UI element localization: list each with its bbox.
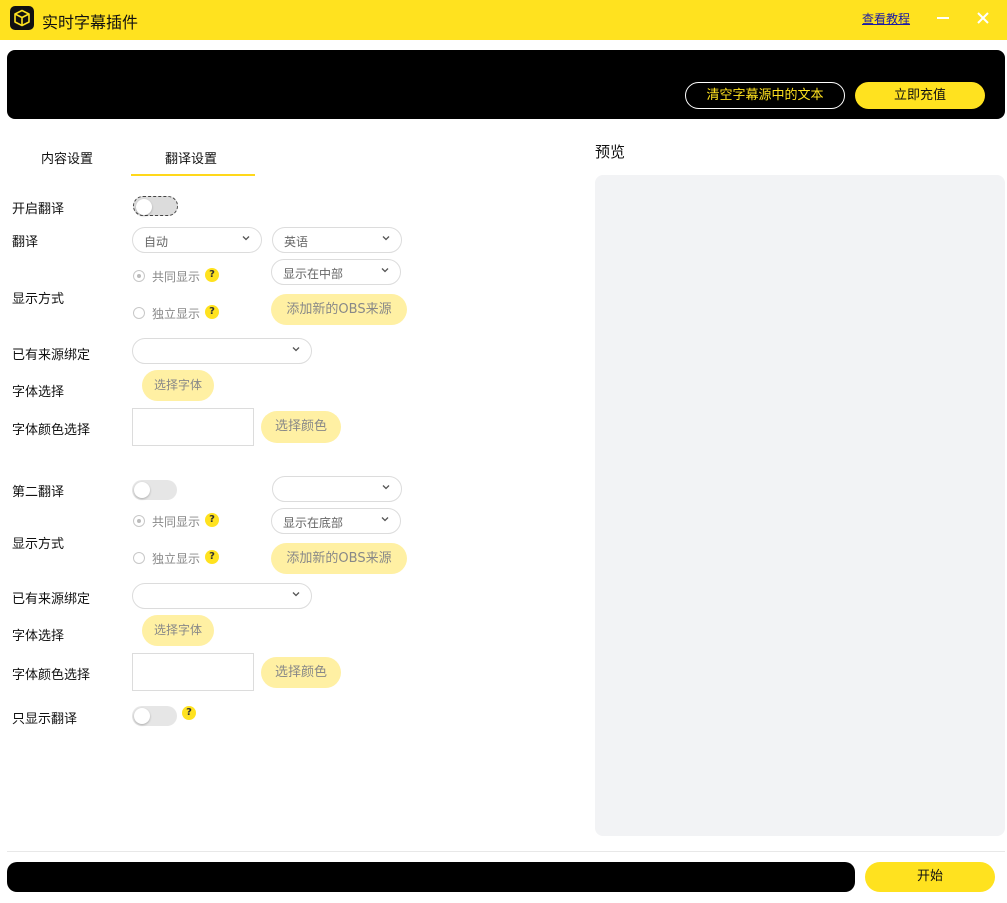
second-font-select-label: 字体选择 bbox=[12, 629, 65, 644]
start-button[interactable]: 开始 bbox=[865, 862, 995, 892]
app-logo-icon bbox=[10, 6, 34, 30]
target-language-select[interactable]: 英语 bbox=[272, 227, 402, 253]
translate-label: 翻译 bbox=[12, 235, 39, 250]
second-display-position-select[interactable]: 显示在底部 bbox=[271, 508, 401, 534]
radio-shared-display[interactable]: 共同显示 bbox=[133, 267, 213, 285]
second-translation-toggle[interactable] bbox=[132, 480, 177, 500]
preview-title: 预览 bbox=[595, 143, 626, 161]
close-icon bbox=[977, 12, 989, 24]
second-bound-source-select[interactable] bbox=[132, 583, 312, 609]
toggle-knob bbox=[136, 199, 152, 215]
help-icon[interactable]: ? bbox=[182, 706, 196, 720]
bottom-status-bar bbox=[7, 862, 855, 892]
second-language-select[interactable] bbox=[272, 476, 402, 502]
display-position-value: 显示在中部 bbox=[283, 267, 344, 281]
enable-translation-label: 开启翻译 bbox=[12, 202, 65, 217]
radio-separate-label: 独立显示 bbox=[152, 552, 201, 566]
second-display-mode-label: 显示方式 bbox=[12, 537, 65, 552]
chevron-down-icon bbox=[242, 236, 250, 241]
radio-button bbox=[133, 552, 145, 564]
second-bound-source-label: 已有来源绑定 bbox=[12, 592, 91, 607]
title-bar: 实时字幕插件 查看教程 bbox=[0, 0, 1007, 40]
chevron-down-icon bbox=[381, 517, 389, 522]
chevron-down-icon bbox=[382, 236, 390, 241]
tutorial-link[interactable]: 查看教程 bbox=[862, 10, 910, 27]
source-language-value: 自动 bbox=[144, 235, 169, 249]
display-mode-label: 显示方式 bbox=[12, 292, 65, 307]
radio-shared-label: 共同显示 bbox=[152, 515, 201, 529]
active-tab-indicator bbox=[131, 174, 255, 176]
radio-separate-display[interactable]: 独立显示 bbox=[133, 304, 213, 322]
second-font-color-label: 字体颜色选择 bbox=[12, 668, 91, 683]
window-title: 实时字幕插件 bbox=[42, 13, 139, 32]
clear-subtitle-text-button[interactable]: 清空字幕源中的文本 bbox=[685, 82, 845, 109]
enable-translation-toggle[interactable] bbox=[133, 196, 178, 216]
help-icon[interactable]: ? bbox=[205, 513, 219, 527]
font-color-label: 字体颜色选择 bbox=[12, 423, 91, 438]
recharge-button[interactable]: 立即充值 bbox=[855, 82, 985, 109]
minimize-button[interactable] bbox=[931, 6, 955, 30]
second-select-color-button[interactable]: 选择颜色 bbox=[261, 657, 341, 688]
second-radio-separate-display[interactable]: 独立显示 bbox=[133, 549, 213, 567]
radio-button bbox=[133, 270, 145, 282]
second-select-font-button[interactable]: 选择字体 bbox=[142, 615, 214, 646]
font-color-swatch[interactable] bbox=[132, 408, 254, 446]
bound-source-label: 已有来源绑定 bbox=[12, 348, 91, 363]
footer-divider bbox=[7, 851, 1005, 852]
radio-button bbox=[133, 515, 145, 527]
tab-translation-settings[interactable]: 翻译设置 bbox=[165, 148, 217, 167]
second-add-obs-source-button[interactable]: 添加新的OBS来源 bbox=[271, 543, 407, 574]
help-icon[interactable]: ? bbox=[205, 268, 219, 282]
second-radio-shared-display[interactable]: 共同显示 bbox=[133, 512, 213, 530]
chevron-down-icon bbox=[382, 485, 390, 490]
chevron-down-icon bbox=[292, 347, 300, 352]
toggle-knob bbox=[134, 708, 150, 724]
chevron-down-icon bbox=[381, 268, 389, 273]
toggle-knob bbox=[134, 482, 150, 498]
select-font-button[interactable]: 选择字体 bbox=[142, 370, 214, 401]
display-position-select[interactable]: 显示在中部 bbox=[271, 259, 401, 285]
chevron-down-icon bbox=[292, 592, 300, 597]
help-icon[interactable]: ? bbox=[205, 305, 219, 319]
bound-source-select[interactable] bbox=[132, 338, 312, 364]
help-icon[interactable]: ? bbox=[205, 550, 219, 564]
source-language-select[interactable]: 自动 bbox=[132, 227, 262, 253]
minimize-icon bbox=[937, 17, 949, 19]
top-banner bbox=[7, 50, 1005, 119]
second-translation-label: 第二翻译 bbox=[12, 485, 65, 500]
second-font-color-swatch[interactable] bbox=[132, 653, 254, 691]
tab-content-settings[interactable]: 内容设置 bbox=[41, 148, 93, 167]
preview-area bbox=[595, 175, 1005, 836]
second-display-position-value: 显示在底部 bbox=[283, 516, 344, 530]
target-language-value: 英语 bbox=[284, 235, 309, 249]
font-select-label: 字体选择 bbox=[12, 385, 65, 400]
close-button[interactable] bbox=[971, 6, 995, 30]
radio-separate-label: 独立显示 bbox=[152, 307, 201, 321]
radio-button bbox=[133, 307, 145, 319]
radio-shared-label: 共同显示 bbox=[152, 270, 201, 284]
only-translation-label: 只显示翻译 bbox=[12, 712, 78, 727]
select-color-button[interactable]: 选择颜色 bbox=[261, 411, 341, 443]
only-translation-toggle[interactable] bbox=[132, 706, 177, 726]
add-obs-source-button[interactable]: 添加新的OBS来源 bbox=[271, 294, 407, 325]
